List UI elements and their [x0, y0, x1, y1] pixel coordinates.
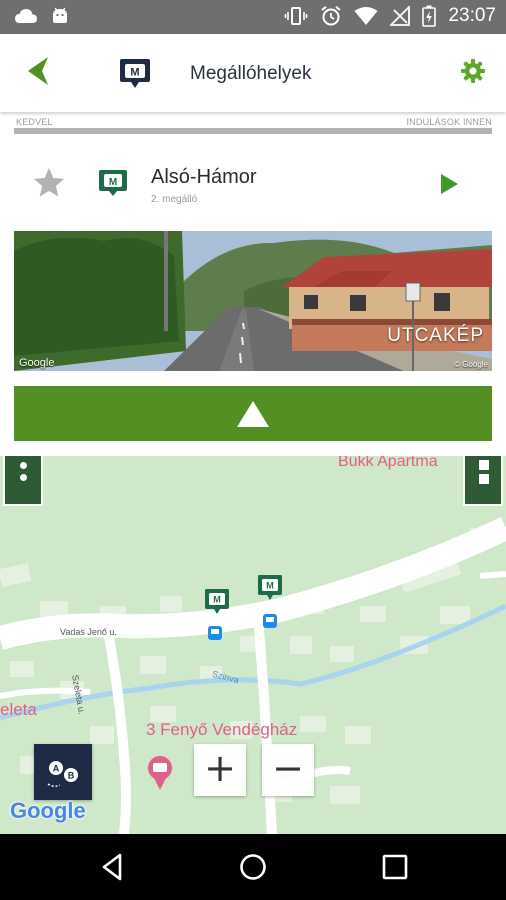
stop-row[interactable]: M Alsó-Hámor 2. megálló: [14, 150, 492, 220]
svg-text:B: B: [68, 771, 75, 781]
map-stop-marker-2[interactable]: M: [257, 574, 283, 602]
left-drawer-handle[interactable]: [3, 456, 43, 506]
drawer-bar: [479, 474, 489, 484]
street-view-label: UTCAKÉP: [387, 325, 484, 346]
map-label-place-left: eleta: [0, 700, 37, 719]
zoom-out-label: −: [272, 746, 304, 790]
map-label-place-top: Bükk Apartma: [338, 456, 438, 470]
header-divider: [14, 128, 492, 134]
column-headers: KEDVEL INDULÁSOK INNEN: [14, 114, 492, 136]
vibrate-icon: [285, 7, 308, 25]
nav-home-icon[interactable]: [238, 852, 268, 882]
street-view-preview[interactable]: UTCAKÉP Google © Google: [14, 231, 492, 371]
app-bar: M Megállóhelyek: [0, 34, 506, 112]
street-view-image: [14, 231, 492, 371]
star-icon[interactable]: [32, 166, 66, 200]
no-signal-icon: [390, 6, 411, 26]
android-icon: [53, 7, 67, 23]
alarm-icon: [321, 6, 342, 26]
back-arrow-icon[interactable]: [26, 54, 58, 88]
google-logo: Google: [10, 798, 86, 823]
zoom-in-label: +: [204, 746, 236, 790]
battery-charging-icon: [422, 5, 437, 27]
street-view-google-watermark: Google: [19, 357, 55, 369]
zoom-in-button[interactable]: +: [194, 744, 246, 796]
stop-name: Alsó-Hámor: [151, 166, 257, 188]
favorites-column-label: KEDVEL: [16, 117, 53, 127]
cloud-icon: [15, 9, 37, 23]
map-stop-marker-1[interactable]: M: [204, 588, 230, 616]
triangle-up-icon: [237, 401, 269, 427]
status-bar: 23:07: [0, 0, 506, 34]
route-planner-button[interactable]: A B: [34, 744, 92, 800]
drawer-dot: [20, 474, 27, 481]
right-drawer-handle[interactable]: [463, 456, 503, 506]
wifi-icon: [354, 7, 378, 25]
svg-text:A: A: [53, 764, 60, 774]
system-navigation-bar: [0, 834, 506, 900]
svg-text:M: M: [130, 67, 139, 79]
metro-m-icon: M: [120, 59, 150, 88]
clock-time: 23:07: [448, 5, 496, 26]
map-label-lodging: 3 Fenyő Vendégház: [146, 720, 298, 739]
departures-column-label: INDULÁSOK INNEN: [406, 117, 492, 127]
svg-text:M: M: [266, 581, 274, 591]
page-title: Megállóhelyek: [190, 63, 312, 84]
play-icon[interactable]: [438, 172, 460, 196]
drawer-dot: [20, 462, 27, 469]
svg-text:M: M: [213, 595, 221, 605]
collapse-panel-button[interactable]: [14, 386, 492, 441]
route-ab-icon: A B: [47, 761, 78, 788]
street-view-copyright: © Google: [454, 360, 488, 369]
map-view[interactable]: Bükk Apartma Vadas Jenő u. Szeleta u. Sz…: [0, 456, 506, 834]
svg-text:M: M: [109, 177, 117, 188]
zoom-out-button[interactable]: −: [262, 744, 314, 796]
nav-recents-icon[interactable]: [380, 852, 410, 882]
map-label-street-vadas: Vadas Jenő u.: [60, 627, 117, 637]
nav-back-icon[interactable]: [98, 852, 128, 882]
metro-m-icon: M: [99, 170, 127, 196]
drawer-bar: [479, 460, 489, 470]
stop-subtitle: 2. megálló: [151, 194, 198, 205]
gear-icon[interactable]: [460, 58, 486, 84]
